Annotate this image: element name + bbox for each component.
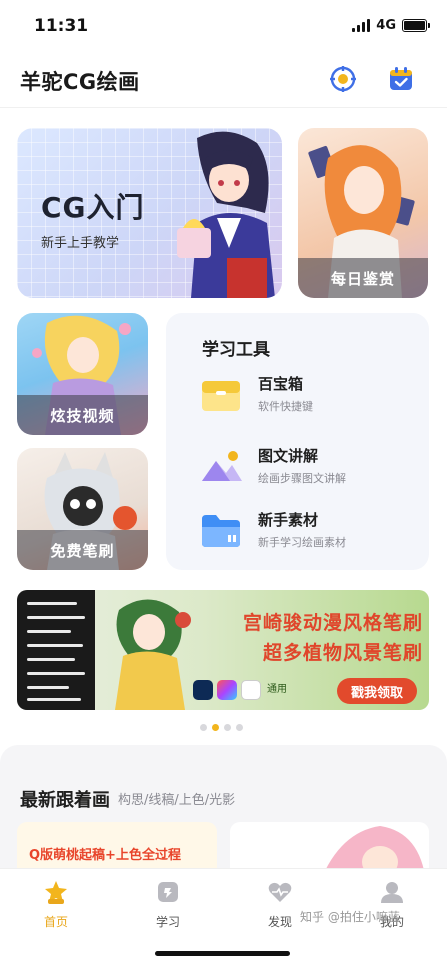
supported-apps: 通用 (193, 680, 289, 700)
anime-girl-illustration (177, 131, 275, 298)
tab-learn[interactable]: 学习 (128, 879, 208, 930)
cg-intro-card[interactable]: CG入门 新手上手教学 (17, 128, 282, 298)
status-bar: 11:31 4G (0, 0, 447, 52)
skill-video-card[interactable]: 炫技视频 (17, 313, 148, 435)
watermark: 知乎 @拍住小嘛蓝 (300, 910, 400, 924)
carousel-dot[interactable] (200, 724, 207, 731)
home-indicator[interactable] (155, 951, 290, 956)
section-title: 最新跟着画 (20, 790, 110, 811)
carousel-dot[interactable] (224, 724, 231, 731)
sai-icon (241, 680, 261, 700)
follow-along-card-caption: Q版萌桃起稿+上色全过程 (29, 848, 181, 863)
brush-caption: 免费笔刷 (17, 530, 148, 570)
mountain-image-icon (202, 451, 242, 481)
tool-beginner-materials[interactable]: 新手素材 新手学习绘画素材 (200, 509, 420, 553)
banner-character-illustration (115, 599, 191, 710)
cg-intro-title: CG入门 (41, 191, 145, 224)
banner-headline-2: 超多植物风景笔刷 (262, 642, 423, 664)
home-icon (45, 881, 67, 904)
tool-materials-desc: 新手学习绘画素材 (258, 536, 346, 549)
folder-icon (202, 515, 240, 547)
battery-icon (402, 19, 430, 32)
network-type: 4G (376, 18, 396, 33)
discover-icon (268, 882, 292, 902)
daily-appreciation-card[interactable]: 每日鉴赏 (298, 128, 428, 298)
learning-tools-panel: 学习工具 百宝箱 软件快捷键 图文讲解 绘画步骤图文讲解 新手素材 新手学习绘画… (166, 313, 429, 570)
banner-headline-1: 宫崎骏动漫风格笔刷 (242, 612, 423, 634)
signal-icon (352, 19, 371, 32)
tools-title: 学习工具 (202, 340, 270, 360)
video-caption: 炫技视频 (17, 395, 148, 435)
target-icon[interactable] (330, 66, 356, 92)
tab-home-label: 首页 (43, 915, 68, 929)
procreate-icon (217, 680, 237, 700)
tool-guide-desc: 绘画步骤图文讲解 (258, 472, 346, 485)
claim-button[interactable]: 戳我领取 (337, 678, 417, 704)
tool-toolbox-desc: 软件快捷键 (258, 400, 313, 413)
tab-home[interactable]: 首页 (16, 879, 96, 930)
app-title: 羊驼CG绘画 (20, 70, 140, 94)
app-header: 羊驼CG绘画 (0, 52, 447, 108)
apps-label: 通用 (267, 684, 287, 695)
section-tags: 构思/线稿/上色/光影 (118, 793, 236, 808)
status-indicators: 4G (352, 18, 430, 33)
profile-icon (381, 882, 403, 903)
tool-illustrated-guide[interactable]: 图文讲解 绘画步骤图文讲解 (200, 445, 420, 489)
calendar-check-icon[interactable] (388, 66, 414, 92)
tool-guide-name: 图文讲解 (258, 447, 319, 465)
tool-materials-name: 新手素材 (258, 511, 319, 529)
tab-learn-label: 学习 (155, 915, 180, 929)
free-brush-card[interactable]: 免费笔刷 (17, 448, 148, 570)
cg-intro-subtitle: 新手上手教学 (41, 236, 120, 251)
tool-toolbox[interactable]: 百宝箱 软件快捷键 (200, 373, 420, 417)
promo-banner[interactable]: 宫崎骏动漫风格笔刷 超多植物风景笔刷 通用 戳我领取 (17, 590, 429, 710)
carousel-dot[interactable] (236, 724, 243, 731)
daily-caption: 每日鉴赏 (298, 258, 428, 298)
carousel-dot-active[interactable] (212, 724, 219, 731)
tool-toolbox-name: 百宝箱 (258, 375, 304, 393)
toolbox-icon (202, 381, 240, 411)
status-time: 11:31 (34, 16, 89, 36)
brush-strokes-strip (17, 590, 95, 710)
photoshop-icon (193, 680, 213, 700)
carousel-dots (200, 724, 243, 731)
learn-icon (158, 882, 178, 902)
